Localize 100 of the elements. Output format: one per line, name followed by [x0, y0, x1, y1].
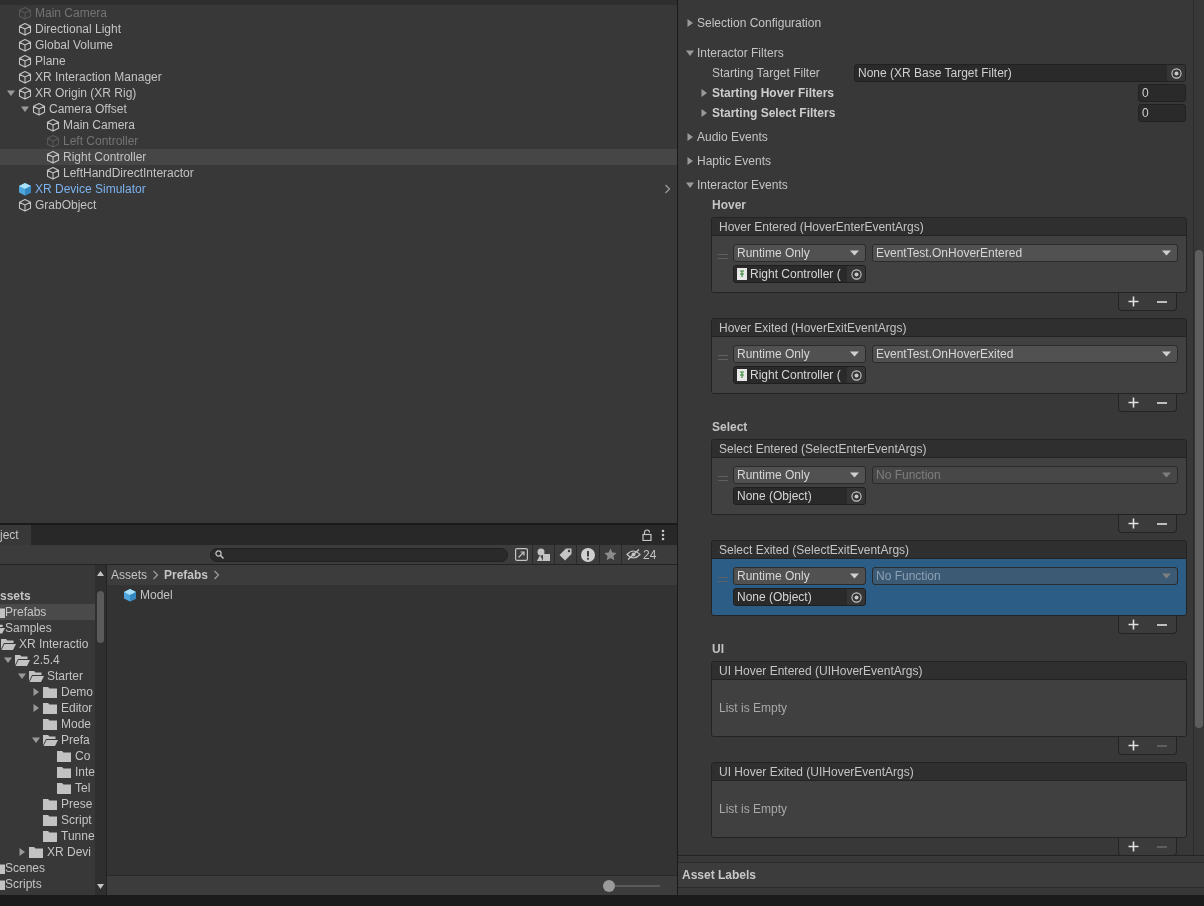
- foldout-header[interactable]: Haptic Events: [678, 151, 778, 171]
- cube-icon: [18, 6, 32, 20]
- hierarchy-item[interactable]: Main Camera: [0, 117, 677, 133]
- folder-item[interactable]: Inte: [0, 764, 95, 780]
- folder-item[interactable]: Samples: [0, 620, 95, 636]
- hierarchy-item[interactable]: Global Volume: [0, 37, 677, 53]
- folder-icon: [43, 702, 57, 714]
- search-field[interactable]: [210, 547, 508, 562]
- expanded-arrow-icon[interactable]: [686, 181, 694, 189]
- scroll-up-arrow-icon[interactable]: [97, 571, 104, 576]
- collapsed-arrow-icon[interactable]: [700, 109, 708, 117]
- expanded-arrow-icon[interactable]: [21, 105, 29, 113]
- hierarchy-item[interactable]: Plane: [0, 53, 677, 69]
- scroll-down-arrow-icon[interactable]: [97, 884, 104, 889]
- list-foldout[interactable]: Starting Select Filters: [678, 106, 836, 120]
- expanded-arrow-icon[interactable]: [686, 49, 694, 57]
- object-picker-icon[interactable]: [850, 369, 862, 381]
- dropdown-caret-icon: [1162, 573, 1171, 579]
- folder-item[interactable]: Demo: [0, 684, 95, 700]
- scrollbar-thumb[interactable]: [1195, 250, 1203, 728]
- hierarchy-item[interactable]: XR Device Simulator: [0, 181, 677, 197]
- hierarchy-item[interactable]: XR Origin (XR Rig): [0, 85, 677, 101]
- hierarchy-item[interactable]: XR Interaction Manager: [0, 69, 677, 85]
- expanded-arrow-icon[interactable]: [18, 672, 26, 680]
- function-dropdown[interactable]: EventTest.OnHoverEntered: [872, 244, 1178, 262]
- folder-item[interactable]: Scripts: [0, 876, 95, 892]
- dropdown-caret-icon: [1162, 351, 1171, 357]
- zoom-slider[interactable]: [604, 879, 660, 892]
- folder-item[interactable]: Scenes: [0, 860, 95, 876]
- breadcrumb-link[interactable]: Prefabs: [164, 568, 209, 582]
- folder-item[interactable]: Tunne: [0, 828, 95, 844]
- folder-item[interactable]: Starter: [0, 668, 95, 684]
- target-object-field[interactable]: None (Object): [733, 588, 866, 606]
- scrollbar[interactable]: [1193, 0, 1204, 855]
- hierarchy-item[interactable]: Camera Offset: [0, 101, 677, 117]
- call-state-dropdown[interactable]: Runtime Only: [733, 567, 866, 585]
- object-picker-icon[interactable]: [850, 268, 862, 280]
- function-dropdown[interactable]: EventTest.OnHoverExited: [872, 345, 1178, 363]
- list-size-field[interactable]: 0: [1138, 84, 1186, 102]
- foldout-header[interactable]: Audio Events: [678, 127, 774, 147]
- target-object-field[interactable]: Right Controller (: [733, 366, 866, 384]
- listener-row[interactable]: Runtime Only EventTest.OnHoverEntered Right Controller (: [712, 236, 1186, 292]
- panel-tab[interactable]: ject: [0, 525, 31, 545]
- object-picker-icon[interactable]: [850, 490, 862, 502]
- object-field[interactable]: None (XR Base Target Filter): [854, 64, 1186, 82]
- folder-item[interactable]: 2.5.4: [0, 652, 95, 668]
- prefab-cube-icon: [18, 182, 32, 196]
- call-state-dropdown[interactable]: Runtime Only: [733, 345, 866, 363]
- cube-icon: [46, 150, 60, 164]
- foldout-header[interactable]: Interactor Filters: [678, 43, 790, 63]
- collapsed-arrow-icon[interactable]: [686, 157, 694, 165]
- folder-item[interactable]: Co: [0, 748, 95, 764]
- breadcrumb-link[interactable]: Assets: [111, 568, 147, 582]
- folder-item[interactable]: XR Interactio: [0, 636, 95, 652]
- folder-icon: [43, 718, 57, 730]
- folder-item[interactable]: Tel: [0, 780, 95, 796]
- folder-item[interactable]: Prefabs: [0, 604, 95, 620]
- collapsed-arrow-icon[interactable]: [18, 848, 26, 856]
- expanded-arrow-icon[interactable]: [7, 89, 15, 97]
- more-options-icon[interactable]: [661, 529, 665, 541]
- expanded-arrow-icon[interactable]: [32, 736, 40, 744]
- folder-item[interactable]: Mode: [0, 716, 95, 732]
- hierarchy-item[interactable]: LeftHandDirectInteractor: [0, 165, 677, 181]
- lock-icon[interactable]: [642, 529, 652, 541]
- drag-handle-icon[interactable]: [718, 577, 728, 582]
- scrollbar[interactable]: [95, 565, 106, 895]
- collapsed-arrow-icon[interactable]: [32, 688, 40, 696]
- drag-handle-icon[interactable]: [718, 355, 728, 360]
- expanded-arrow-icon[interactable]: [4, 656, 12, 664]
- folder-item[interactable]: XR Devi: [0, 844, 95, 860]
- list-size-field[interactable]: 0: [1138, 104, 1186, 122]
- chevron-right-icon[interactable]: [664, 184, 671, 194]
- object-picker-icon[interactable]: [1170, 67, 1182, 79]
- drag-handle-icon[interactable]: [718, 476, 728, 481]
- scrollbar-thumb[interactable]: [97, 591, 104, 643]
- listener-row[interactable]: Runtime Only EventTest.OnHoverExited Right Controller (: [712, 337, 1186, 393]
- collapsed-arrow-icon[interactable]: [700, 89, 708, 97]
- hierarchy-item[interactable]: Right Controller: [0, 149, 677, 165]
- event-title: Select Exited (SelectExitEventArgs): [712, 541, 1186, 559]
- foldout-header[interactable]: Selection Configuration: [678, 13, 828, 33]
- hierarchy-item[interactable]: GrabObject: [0, 197, 677, 213]
- asset-item[interactable]: Model: [107, 587, 177, 603]
- hierarchy-item[interactable]: Directional Light: [0, 21, 677, 37]
- cube-icon: [18, 70, 32, 84]
- collapsed-arrow-icon[interactable]: [32, 704, 40, 712]
- foldout-header[interactable]: Interactor Events: [678, 175, 794, 195]
- target-object-field[interactable]: Right Controller (: [733, 265, 866, 283]
- folder-item[interactable]: Prefa: [0, 732, 95, 748]
- target-object-field[interactable]: None (Object): [733, 487, 866, 505]
- folder-item[interactable]: Script: [0, 812, 95, 828]
- object-picker-icon[interactable]: [850, 591, 862, 603]
- folder-item[interactable]: Editor: [0, 700, 95, 716]
- collapsed-arrow-icon[interactable]: [686, 19, 694, 27]
- call-state-dropdown[interactable]: Runtime Only: [733, 466, 866, 484]
- list-foldout[interactable]: Starting Hover Filters: [678, 86, 835, 100]
- call-state-dropdown[interactable]: Runtime Only: [733, 244, 866, 262]
- collapsed-arrow-icon[interactable]: [686, 133, 694, 141]
- drag-handle-icon[interactable]: [718, 254, 728, 259]
- dropdown-caret-icon: [1162, 250, 1171, 256]
- folder-item[interactable]: Prese: [0, 796, 95, 812]
